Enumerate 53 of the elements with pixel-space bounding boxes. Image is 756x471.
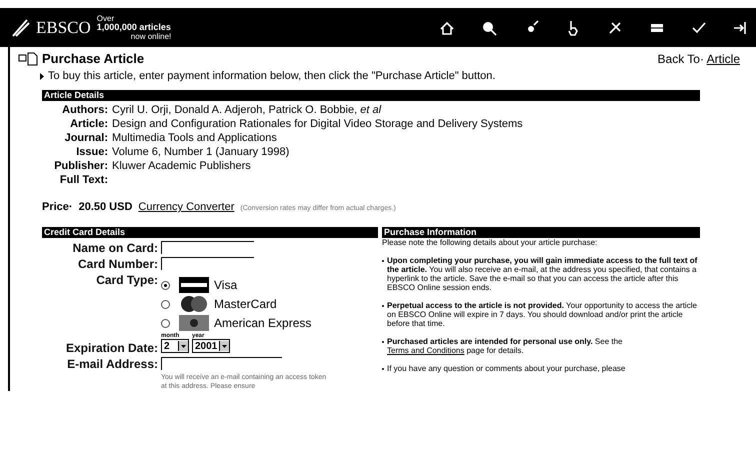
- page-title: Purchase Article: [42, 51, 144, 66]
- back-to-label: Back To· Article: [658, 52, 740, 66]
- card-logo-icon: [179, 296, 209, 312]
- field-label: E-mail Address:: [66, 357, 158, 371]
- caret-icon: [222, 344, 228, 348]
- card-type-label: MasterCard: [214, 297, 277, 311]
- field-label: Publisher:: [53, 159, 108, 173]
- month-select[interactable]: 2: [161, 339, 189, 353]
- card-type-label: Visa: [214, 278, 238, 292]
- logo-icon: [10, 16, 32, 38]
- caret-icon: [181, 344, 186, 348]
- field-label: Issue:: [75, 145, 108, 159]
- card-type-label: American Express: [214, 316, 312, 330]
- field-label: Card Type:: [95, 273, 158, 287]
- section-heading: Purchase Information: [382, 227, 700, 238]
- terms-link[interactable]: Terms and Conditions: [387, 346, 464, 355]
- field-label: Article:: [69, 117, 108, 131]
- field-value: Cyril U. Orji, Donald A. Adjeroh, Patrick O. Bobbie, et al: [112, 103, 382, 117]
- field-label: Journal:: [64, 131, 108, 145]
- tagline: Over: [96, 14, 116, 23]
- field-value: Design and Configuration Rationales for Digital Video Storage and Delivery Systems: [112, 117, 524, 131]
- field-label: Authors:: [61, 103, 108, 117]
- logo: EBSCO: [36, 18, 91, 38]
- radio-button[interactable]: [161, 318, 170, 328]
- instruction-text: To buy this article, enter payment information below, then click the "Purchase Article" button.: [48, 70, 496, 82]
- field-value: Kluwer Academic Publishers: [112, 159, 252, 173]
- tagline: 1,000,000 articles: [96, 23, 172, 32]
- card-logo-icon: [179, 277, 209, 293]
- price-amount: 20.50 USD: [78, 201, 132, 213]
- name-field[interactable]: [161, 241, 254, 254]
- info-paragraph: If you have any question or comments about your purchase, please: [387, 364, 626, 373]
- document-icon: [18, 52, 38, 66]
- currency-converter-link[interactable]: Currency Converter: [138, 201, 234, 213]
- year-select[interactable]: 2001: [192, 339, 230, 353]
- info-paragraph: Purchased articles are intended for personal use only. See the Terms and Conditions page for details.: [387, 337, 624, 355]
- field-label: Full Text:: [58, 173, 108, 187]
- section-heading: Credit Card Details: [42, 227, 378, 238]
- field-label: Card Number:: [76, 257, 158, 271]
- info-paragraph: Perpetual access to the article is not provided. Your opportunity to access the article on EBSCO Online will expire in 7 days. You should download and/or print the article before that time.: [387, 301, 698, 328]
- section-heading: Article Details: [42, 90, 700, 101]
- tagline: now online!: [130, 32, 172, 41]
- article-link[interactable]: Article: [706, 52, 740, 66]
- card-logo-icon: [179, 315, 209, 331]
- radio-button[interactable]: [161, 300, 170, 308]
- price-label: Price·: [42, 201, 73, 213]
- field-label: Name on Card:: [72, 241, 158, 255]
- field-label: Expiration Date:: [64, 341, 158, 355]
- intro-text: Please note the following details about your article purchase:: [382, 238, 598, 247]
- field-value: Volume 6, Number 1 (January 1998): [112, 145, 290, 159]
- arrow-icon: [40, 72, 44, 80]
- field-value: Multimedia Tools and Applications: [112, 131, 278, 145]
- radio-button[interactable]: [161, 280, 170, 290]
- info-paragraph: Upon completing your purchase, you will gain immediate access to the full text of the article. You will also receive an e-mail, at the address you specified, that contains a hyperlink to the article. Save the e-mail so that you can access the article after this EBSCO Online session ends.: [387, 256, 698, 292]
